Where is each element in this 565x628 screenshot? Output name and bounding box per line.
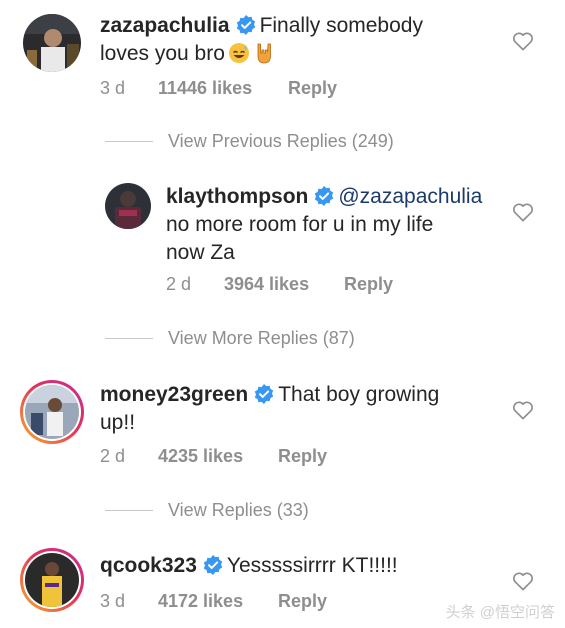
view-previous-replies-label[interactable]: View Previous Replies (249) [168,131,394,152]
likes-count[interactable]: 4172 likes [158,591,243,612]
reply-button[interactable]: Reply [278,446,327,467]
likes-count[interactable]: 11446 likes [158,78,252,99]
verified-badge-icon [255,384,274,404]
comment-time: 2 d [166,274,192,294]
view-previous-replies-button[interactable]: View Previous Replies (249) [105,131,425,153]
verified-badge-icon [236,15,255,35]
reply-button[interactable]: Reply [344,274,393,295]
rock-on-hand-emoji-icon [257,43,271,64]
comment-text: money23green That boy growing up!! [100,381,500,437]
likes-count[interactable]: 3964 likes [224,274,309,295]
comment-meta: 2 d 3964 likes Reply [166,274,466,296]
story-ring-avatar[interactable] [20,380,84,444]
comment-time: 3 d [100,78,126,98]
comment-meta: 3 d 4172 likes Reply [100,591,400,613]
view-replies-button[interactable]: View Replies (33) [105,500,425,522]
comment-body: Yesssssirrrr KT!!!!! [226,554,398,577]
username[interactable]: zazapachulia [100,14,230,37]
avatar-photo-icon [25,553,79,607]
like-heart-icon[interactable] [512,31,534,51]
mention-link[interactable]: @zazapachulia [338,185,482,208]
avatar-photo-icon [25,385,79,439]
view-more-replies-label[interactable]: View More Replies (87) [168,328,355,349]
comment-body: no more room for u in my life [166,213,434,236]
verified-badge-icon [203,555,223,575]
comment-body-line3: now Za [166,241,235,264]
comment-body-line2: loves you bro [100,42,225,65]
username[interactable]: klaythompson [166,185,308,208]
comment-text: klaythompson @zazapachulia no more room f… [166,183,546,267]
comment-meta: 2 d 4235 likes Reply [100,446,400,468]
like-heart-icon[interactable] [512,202,534,222]
avatar-photo-icon [23,14,81,72]
divider-line [105,510,153,511]
avatar[interactable] [23,14,81,72]
comment-text: zazapachulia Finally somebody loves you b… [100,12,520,68]
verified-badge-icon [315,186,334,206]
view-more-replies-button[interactable]: View More Replies (87) [105,328,425,350]
like-heart-icon[interactable] [512,400,534,420]
grinning-sweat-emoji-icon [228,43,249,63]
comment-text: qcook323 Yesssssirrrr KT!!!!! [100,552,500,580]
avatar[interactable] [105,183,151,229]
story-ring-avatar[interactable] [20,548,84,612]
avatar-photo-icon [105,183,151,229]
comment-body: That boy growing [278,383,440,406]
comment-body-line2: up!! [100,411,136,434]
like-heart-icon[interactable] [512,571,534,591]
divider-line [105,141,153,142]
comment-meta: 3 d 11446 likes Reply [100,78,400,100]
username[interactable]: money23green [100,383,248,406]
comment-body: Finally somebody [259,14,423,37]
comment-time: 2 d [100,446,126,466]
reply-button[interactable]: Reply [278,591,327,612]
view-replies-label[interactable]: View Replies (33) [168,500,309,521]
watermark: 头条 @悟空问答 [445,604,555,621]
comment-time: 3 d [100,591,126,611]
reply-button[interactable]: Reply [288,78,337,99]
divider-line [105,338,153,339]
username[interactable]: qcook323 [100,554,197,577]
likes-count[interactable]: 4235 likes [158,446,243,467]
